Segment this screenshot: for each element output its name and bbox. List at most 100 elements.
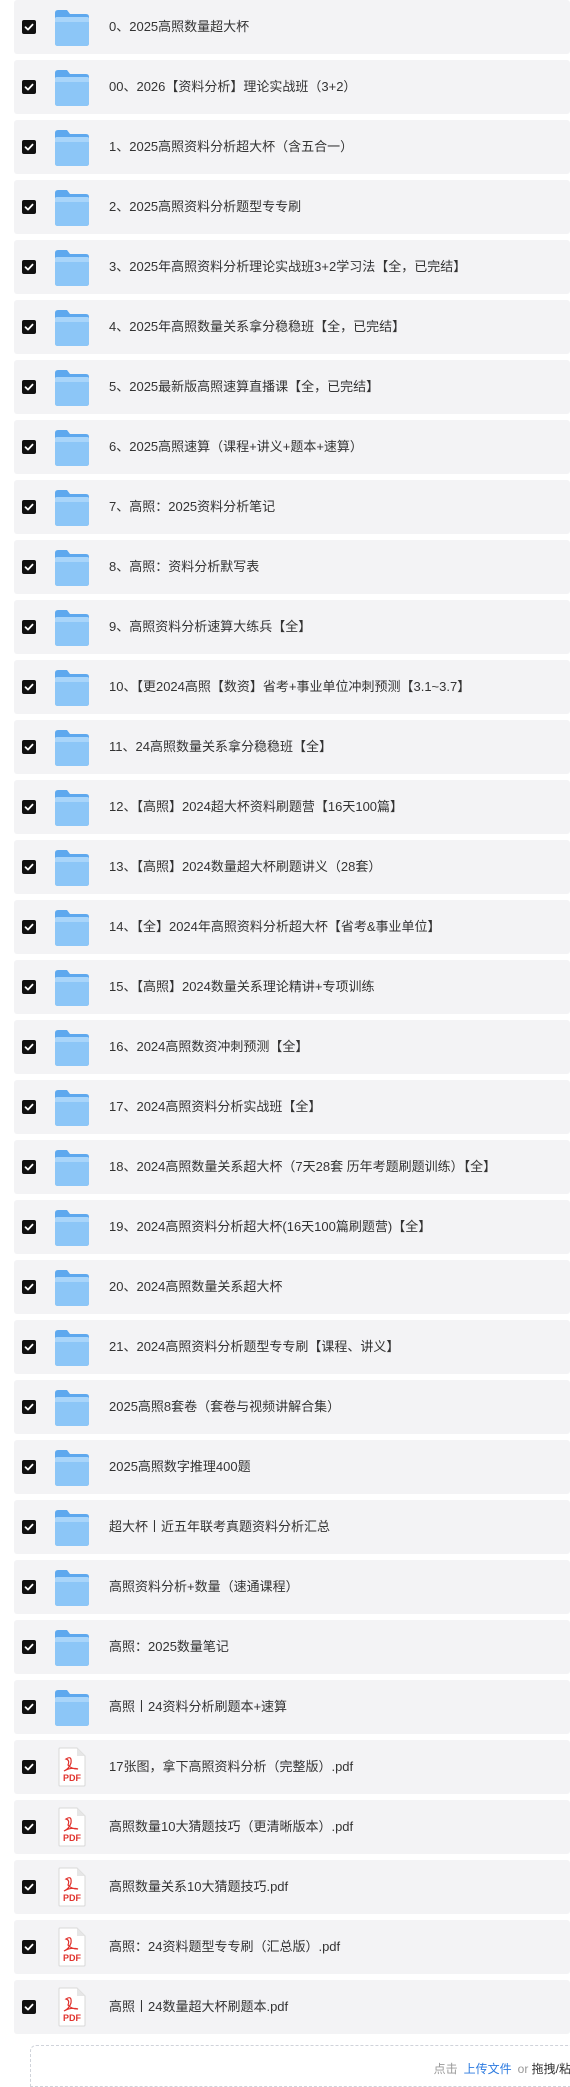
file-name[interactable]: 高照：24资料题型专专刷（汇总版）.pdf	[109, 1920, 340, 1974]
file-row[interactable]: PDF 高照数量10大猜题技巧（更清晰版本）.pdf	[14, 1800, 570, 1854]
file-row[interactable]: 高照：2025数量笔记	[14, 1620, 570, 1674]
row-checkbox[interactable]	[22, 1880, 36, 1894]
file-row[interactable]: 15、【高照】2024数量关系理论精讲+专项训练	[14, 960, 570, 1014]
file-name[interactable]: 高照数量关系10大猜题技巧.pdf	[109, 1860, 288, 1914]
row-checkbox[interactable]	[22, 1640, 36, 1654]
row-checkbox[interactable]	[22, 140, 36, 154]
row-checkbox[interactable]	[22, 1700, 36, 1714]
file-row[interactable]: 4、2025年高照数量关系拿分稳稳班【全，已完结】	[14, 300, 570, 354]
row-checkbox[interactable]	[22, 200, 36, 214]
file-name[interactable]: 17张图，拿下高照资料分析（完整版）.pdf	[109, 1740, 353, 1794]
row-checkbox[interactable]	[22, 1040, 36, 1054]
file-name[interactable]: 17、2024高照资料分析实战班【全】	[109, 1080, 321, 1134]
file-name[interactable]: 7、高照：2025资料分析笔记	[109, 480, 275, 534]
file-row[interactable]: 1、2025高照资料分析超大杯（含五合一）	[14, 120, 570, 174]
file-row[interactable]: 13、【高照】2024数量超大杯刷题讲义（28套）	[14, 840, 570, 894]
file-name[interactable]: 高照：2025数量笔记	[109, 1620, 229, 1674]
row-checkbox[interactable]	[22, 800, 36, 814]
file-name[interactable]: 00、2026【资料分析】理论实战班（3+2）	[109, 60, 356, 114]
file-row[interactable]: 20、2024高照数量关系超大杯	[14, 1260, 570, 1314]
file-name[interactable]: 15、【高照】2024数量关系理论精讲+专项训练	[109, 960, 374, 1014]
file-name[interactable]: 18、2024高照数量关系超大杯（7天28套 历年考题刷题训练）【全】	[109, 1140, 496, 1194]
row-checkbox[interactable]	[22, 920, 36, 934]
file-row[interactable]: 6、2025高照速算（课程+讲义+题本+速算）	[14, 420, 570, 474]
file-row[interactable]: PDF 高照数量关系10大猜题技巧.pdf	[14, 1860, 570, 1914]
file-name[interactable]: 5、2025最新版高照速算直播课【全，已完结】	[109, 360, 379, 414]
row-checkbox[interactable]	[22, 1760, 36, 1774]
row-checkbox[interactable]	[22, 20, 36, 34]
file-row[interactable]: 高照资料分析+数量（速通课程）	[14, 1560, 570, 1614]
file-row[interactable]: PDF 高照丨24数量超大杯刷题本.pdf	[14, 1980, 570, 2034]
row-checkbox[interactable]	[22, 2000, 36, 2014]
file-row[interactable]: 5、2025最新版高照速算直播课【全，已完结】	[14, 360, 570, 414]
file-row[interactable]: 18、2024高照数量关系超大杯（7天28套 历年考题刷题训练）【全】	[14, 1140, 570, 1194]
file-row[interactable]: 9、高照资料分析速算大练兵【全】	[14, 600, 570, 654]
file-name[interactable]: 12、【高照】2024超大杯资料刷题营【16天100篇】	[109, 780, 403, 834]
row-checkbox[interactable]	[22, 1160, 36, 1174]
row-checkbox[interactable]	[22, 320, 36, 334]
row-checkbox[interactable]	[22, 740, 36, 754]
row-checkbox[interactable]	[22, 500, 36, 514]
upload-dropzone[interactable]: 点击 上传文件 or 拖拽/粘	[30, 2045, 570, 2087]
file-row[interactable]: 17、2024高照资料分析实战班【全】	[14, 1080, 570, 1134]
row-checkbox[interactable]	[22, 620, 36, 634]
file-name[interactable]: 8、高照：资料分析默写表	[109, 540, 259, 594]
file-row[interactable]: 超大杯丨近五年联考真题资料分析汇总	[14, 1500, 570, 1554]
file-row[interactable]: 00、2026【资料分析】理论实战班（3+2）	[14, 60, 570, 114]
file-row[interactable]: PDF 高照：24资料题型专专刷（汇总版）.pdf	[14, 1920, 570, 1974]
file-row[interactable]: 11、24高照数量关系拿分稳稳班【全】	[14, 720, 570, 774]
file-row[interactable]: 2025高照8套卷（套卷与视频讲解合集）	[14, 1380, 570, 1434]
row-checkbox[interactable]	[22, 1520, 36, 1534]
file-row[interactable]: 7、高照：2025资料分析笔记	[14, 480, 570, 534]
file-row[interactable]: 3、2025年高照资料分析理论实战班3+2学习法【全，已完结】	[14, 240, 570, 294]
row-checkbox[interactable]	[22, 1100, 36, 1114]
row-checkbox[interactable]	[22, 1820, 36, 1834]
file-name[interactable]: 3、2025年高照资料分析理论实战班3+2学习法【全，已完结】	[109, 240, 466, 294]
file-row[interactable]: PDF 17张图，拿下高照资料分析（完整版）.pdf	[14, 1740, 570, 1794]
file-name[interactable]: 13、【高照】2024数量超大杯刷题讲义（28套）	[109, 840, 381, 894]
row-checkbox[interactable]	[22, 380, 36, 394]
row-checkbox[interactable]	[22, 440, 36, 454]
file-row[interactable]: 21、2024高照资料分析题型专专刷【课程、讲义】	[14, 1320, 570, 1374]
row-checkbox[interactable]	[22, 680, 36, 694]
file-name[interactable]: 21、2024高照资料分析题型专专刷【课程、讲义】	[109, 1320, 399, 1374]
row-checkbox[interactable]	[22, 980, 36, 994]
file-name[interactable]: 4、2025年高照数量关系拿分稳稳班【全，已完结】	[109, 300, 405, 354]
file-row[interactable]: 2、2025高照资料分析题型专专刷	[14, 180, 570, 234]
file-name[interactable]: 20、2024高照数量关系超大杯	[109, 1260, 282, 1314]
file-name[interactable]: 19、2024高照资料分析超大杯(16天100篇刷题营)【全】	[109, 1200, 431, 1254]
row-checkbox[interactable]	[22, 860, 36, 874]
file-row[interactable]: 2025高照数字推理400题	[14, 1440, 570, 1494]
file-row[interactable]: 14、【全】2024年高照资料分析超大杯【省考&事业单位】	[14, 900, 570, 954]
file-row[interactable]: 10、【更2024高照【数资】省考+事业单位冲刺预测【3.1~3.7】	[14, 660, 570, 714]
file-name[interactable]: 11、24高照数量关系拿分稳稳班【全】	[109, 720, 332, 774]
row-checkbox[interactable]	[22, 80, 36, 94]
file-name[interactable]: 10、【更2024高照【数资】省考+事业单位冲刺预测【3.1~3.7】	[109, 660, 470, 714]
file-row[interactable]: 19、2024高照资料分析超大杯(16天100篇刷题营)【全】	[14, 1200, 570, 1254]
row-checkbox[interactable]	[22, 1580, 36, 1594]
row-checkbox[interactable]	[22, 1280, 36, 1294]
row-checkbox[interactable]	[22, 1460, 36, 1474]
file-name[interactable]: 2025高照8套卷（套卷与视频讲解合集）	[109, 1380, 340, 1434]
file-row[interactable]: 0、2025高照数量超大杯	[14, 0, 570, 54]
file-name[interactable]: 高照资料分析+数量（速通课程）	[109, 1560, 299, 1614]
file-name[interactable]: 2、2025高照资料分析题型专专刷	[109, 180, 301, 234]
row-checkbox[interactable]	[22, 560, 36, 574]
file-row[interactable]: 高照丨24资料分析刷题本+速算	[14, 1680, 570, 1734]
file-name[interactable]: 高照数量10大猜题技巧（更清晰版本）.pdf	[109, 1800, 353, 1854]
file-row[interactable]: 12、【高照】2024超大杯资料刷题营【16天100篇】	[14, 780, 570, 834]
file-name[interactable]: 16、2024高照数资冲刺预测【全】	[109, 1020, 308, 1074]
file-name[interactable]: 高照丨24数量超大杯刷题本.pdf	[109, 1980, 288, 2034]
file-name[interactable]: 高照丨24资料分析刷题本+速算	[109, 1680, 287, 1734]
file-row[interactable]: 16、2024高照数资冲刺预测【全】	[14, 1020, 570, 1074]
row-checkbox[interactable]	[22, 1220, 36, 1234]
row-checkbox[interactable]	[22, 260, 36, 274]
file-name[interactable]: 1、2025高照资料分析超大杯（含五合一）	[109, 120, 353, 174]
file-name[interactable]: 14、【全】2024年高照资料分析超大杯【省考&事业单位】	[109, 900, 441, 954]
row-checkbox[interactable]	[22, 1940, 36, 1954]
file-name[interactable]: 2025高照数字推理400题	[109, 1440, 251, 1494]
file-name[interactable]: 超大杯丨近五年联考真题资料分析汇总	[109, 1500, 330, 1554]
upload-file-link[interactable]: 上传文件	[464, 2062, 512, 2076]
file-row[interactable]: 8、高照：资料分析默写表	[14, 540, 570, 594]
file-name[interactable]: 6、2025高照速算（课程+讲义+题本+速算）	[109, 420, 363, 474]
